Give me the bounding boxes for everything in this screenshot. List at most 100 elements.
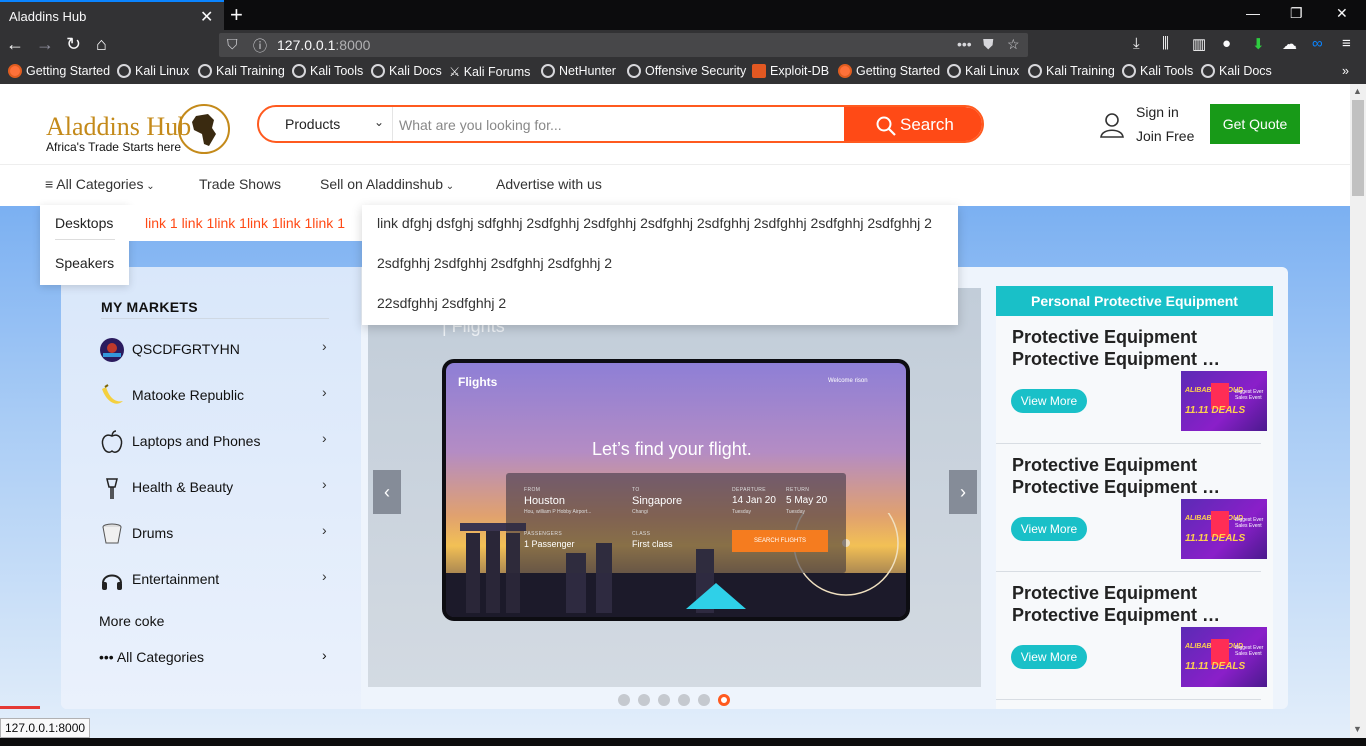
scroll-thumb[interactable]: [1352, 100, 1364, 196]
view-more-button[interactable]: View More: [1011, 389, 1087, 413]
market-item[interactable]: Drums ›: [99, 519, 339, 549]
search-category-select[interactable]: Products: [285, 116, 340, 132]
globe-icon: [198, 64, 212, 78]
search-button-label: Search: [900, 115, 954, 134]
dropdown-link[interactable]: 2sdfghhj 2sdfghhj 2sdfghhj 2sdfghhj 2: [377, 255, 612, 271]
page-actions-icon[interactable]: •••: [957, 36, 972, 52]
home-icon[interactable]: ⌂: [96, 34, 107, 55]
search-button[interactable]: Search: [844, 107, 982, 141]
bookmark-kali-tools-2[interactable]: Kali Tools: [1122, 64, 1193, 78]
chevron-down-icon[interactable]: ⌄: [374, 115, 384, 129]
sign-in-link[interactable]: Sign in: [1136, 104, 1179, 120]
reload-icon[interactable]: ↻: [66, 34, 81, 55]
market-item[interactable]: Laptops and Phones ›: [99, 427, 339, 457]
scroll-up-icon[interactable]: ▲: [1353, 86, 1362, 96]
chevron-right-icon: ›: [322, 476, 327, 492]
bookmark-kali-forums[interactable]: ⚔ Kali Forums: [449, 64, 530, 79]
bookmark-star-icon[interactable]: ☆: [1007, 36, 1020, 53]
bookmark-kali-training-2[interactable]: Kali Training: [1028, 64, 1115, 78]
slider-prev-button[interactable]: ‹: [373, 470, 401, 514]
forward-icon[interactable]: →: [36, 34, 54, 55]
nav-sell[interactable]: Sell on Aladdinshub ⌄: [320, 176, 454, 192]
sidebar-icon[interactable]: ▥: [1192, 35, 1206, 53]
ppe-item-image[interactable]: ALIBABA CLOUD 11.11 DEALS Biggest Ever S…: [1181, 627, 1267, 687]
feedback-tab[interactable]: [0, 706, 40, 709]
bookmark-kali-docs-2[interactable]: Kali Docs: [1201, 64, 1272, 78]
bookmark-getting-started-2[interactable]: Getting Started: [838, 64, 940, 78]
slider-dot-active[interactable]: [718, 694, 730, 706]
dropdown-item-speakers[interactable]: Speakers: [55, 255, 114, 271]
bookmark-getting-started[interactable]: Getting Started: [8, 64, 110, 78]
bookmark-nethunter[interactable]: NetHunter: [541, 64, 616, 78]
bookmark-kali-linux[interactable]: Kali Linux: [117, 64, 189, 78]
menu-icon[interactable]: ≡: [1342, 35, 1351, 52]
nav-trade-shows[interactable]: Trade Shows: [199, 176, 281, 192]
bookmarks-overflow-icon[interactable]: »: [1342, 64, 1349, 78]
slider-dot[interactable]: [618, 694, 630, 706]
info-icon[interactable]: ⓘ: [253, 36, 267, 56]
site-logo[interactable]: Aladdins Hub Africa's Trade Starts here: [44, 102, 234, 156]
dropdown-link-active[interactable]: link 1 link 1link 1link 1link 1link 1: [145, 215, 345, 231]
bookmark-kali-training[interactable]: Kali Training: [198, 64, 285, 78]
market-item[interactable]: Entertainment ›: [99, 565, 339, 595]
addon-download-icon[interactable]: ⬇: [1252, 35, 1265, 53]
addon-icon[interactable]: ☁: [1282, 35, 1297, 53]
bookmark-exploit-db[interactable]: Exploit-DB: [752, 64, 829, 78]
join-free-link[interactable]: Join Free: [1136, 128, 1194, 144]
view-more-button[interactable]: View More: [1011, 517, 1087, 541]
window-close-icon[interactable]: ✕: [1336, 5, 1348, 22]
tab-close-icon[interactable]: ✕: [200, 7, 213, 27]
pocket-icon[interactable]: ⛊: [983, 36, 994, 53]
back-icon[interactable]: ←: [6, 34, 24, 55]
search-input[interactable]: [399, 111, 839, 139]
slider-dot[interactable]: [698, 694, 710, 706]
new-tab-icon[interactable]: +: [230, 2, 243, 28]
chevron-right-icon: ›: [322, 384, 327, 400]
account-icon[interactable]: ●: [1222, 35, 1231, 52]
user-icon[interactable]: [1100, 112, 1124, 138]
get-quote-button[interactable]: Get Quote: [1210, 104, 1300, 144]
chevron-right-icon: ›: [322, 338, 327, 354]
dropdown-link[interactable]: link dfghj dsfghj sdfghhj 2sdfghhj 2sdfg…: [377, 215, 932, 231]
ppe-item-image[interactable]: ALIBABA CLOUD 11.11 DEALS Biggest Ever S…: [1181, 371, 1267, 431]
chevron-right-icon: ›: [322, 522, 327, 538]
scroll-down-icon[interactable]: ▼: [1353, 724, 1362, 734]
browser-tab-bar: Aladdins Hub ✕ + — ❐ ✕: [0, 0, 1366, 30]
markets-all-categories[interactable]: ••• All Categories ›: [99, 647, 339, 665]
view-more-button[interactable]: View More: [1011, 645, 1087, 669]
slider-next-button[interactable]: ›: [949, 470, 977, 514]
ppe-item: Protective Equipment Protective Equipmen…: [996, 572, 1267, 700]
page-scrollbar[interactable]: ▲ ▼: [1350, 84, 1366, 738]
apple-icon: [101, 430, 123, 453]
more-coke-link[interactable]: More coke: [99, 613, 164, 629]
dropdown-link[interactable]: 22sdfghhj 2sdfghhj 2: [377, 295, 506, 311]
nav-all-categories[interactable]: ≡ All Categories ⌄: [45, 176, 155, 192]
tab-title: Aladdins Hub: [9, 9, 87, 24]
download-icon[interactable]: ⤓: [1133, 35, 1140, 52]
shield-icon[interactable]: ⛉: [227, 36, 238, 53]
bookmark-kali-tools[interactable]: Kali Tools: [292, 64, 363, 78]
bookmark-kali-linux-2[interactable]: Kali Linux: [947, 64, 1019, 78]
ppe-item-image[interactable]: ALIBABA CLOUD 11.11 DEALS Biggest Ever S…: [1181, 499, 1267, 559]
ppe-item: Protective Equipment Protective Equipmen…: [996, 316, 1267, 444]
slider-dot[interactable]: [658, 694, 670, 706]
dropdown-item-desktops[interactable]: Desktops: [55, 215, 113, 231]
maximize-icon[interactable]: ❐: [1290, 5, 1303, 22]
nav-advertise[interactable]: Advertise with us: [496, 176, 602, 192]
bookmark-offensive-security[interactable]: Offensive Security: [627, 64, 746, 78]
flight-app-screen: Flights Welcome rison Let’s find your fl…: [446, 363, 906, 617]
url-bar[interactable]: ⛉ ⓘ 127.0.0.1:8000 ••• ⛊ ☆: [219, 33, 1028, 57]
dropdown-divider: [55, 239, 115, 240]
globe-icon: [1028, 64, 1042, 78]
market-item[interactable]: Matooke Republic ›: [99, 381, 339, 411]
market-item[interactable]: Health & Beauty ›: [99, 473, 339, 503]
extension-icon[interactable]: ∞: [1312, 35, 1323, 52]
slide-image[interactable]: Flights Welcome rison Let’s find your fl…: [442, 359, 910, 621]
bookmark-kali-docs[interactable]: Kali Docs: [371, 64, 442, 78]
browser-tab[interactable]: Aladdins Hub ✕: [0, 0, 224, 30]
slider-dot[interactable]: [678, 694, 690, 706]
library-icon[interactable]: ⫼: [1162, 35, 1169, 52]
minimize-icon[interactable]: —: [1246, 5, 1260, 21]
market-item[interactable]: QSCDFGRTYHN ›: [99, 335, 339, 365]
slider-dot[interactable]: [638, 694, 650, 706]
